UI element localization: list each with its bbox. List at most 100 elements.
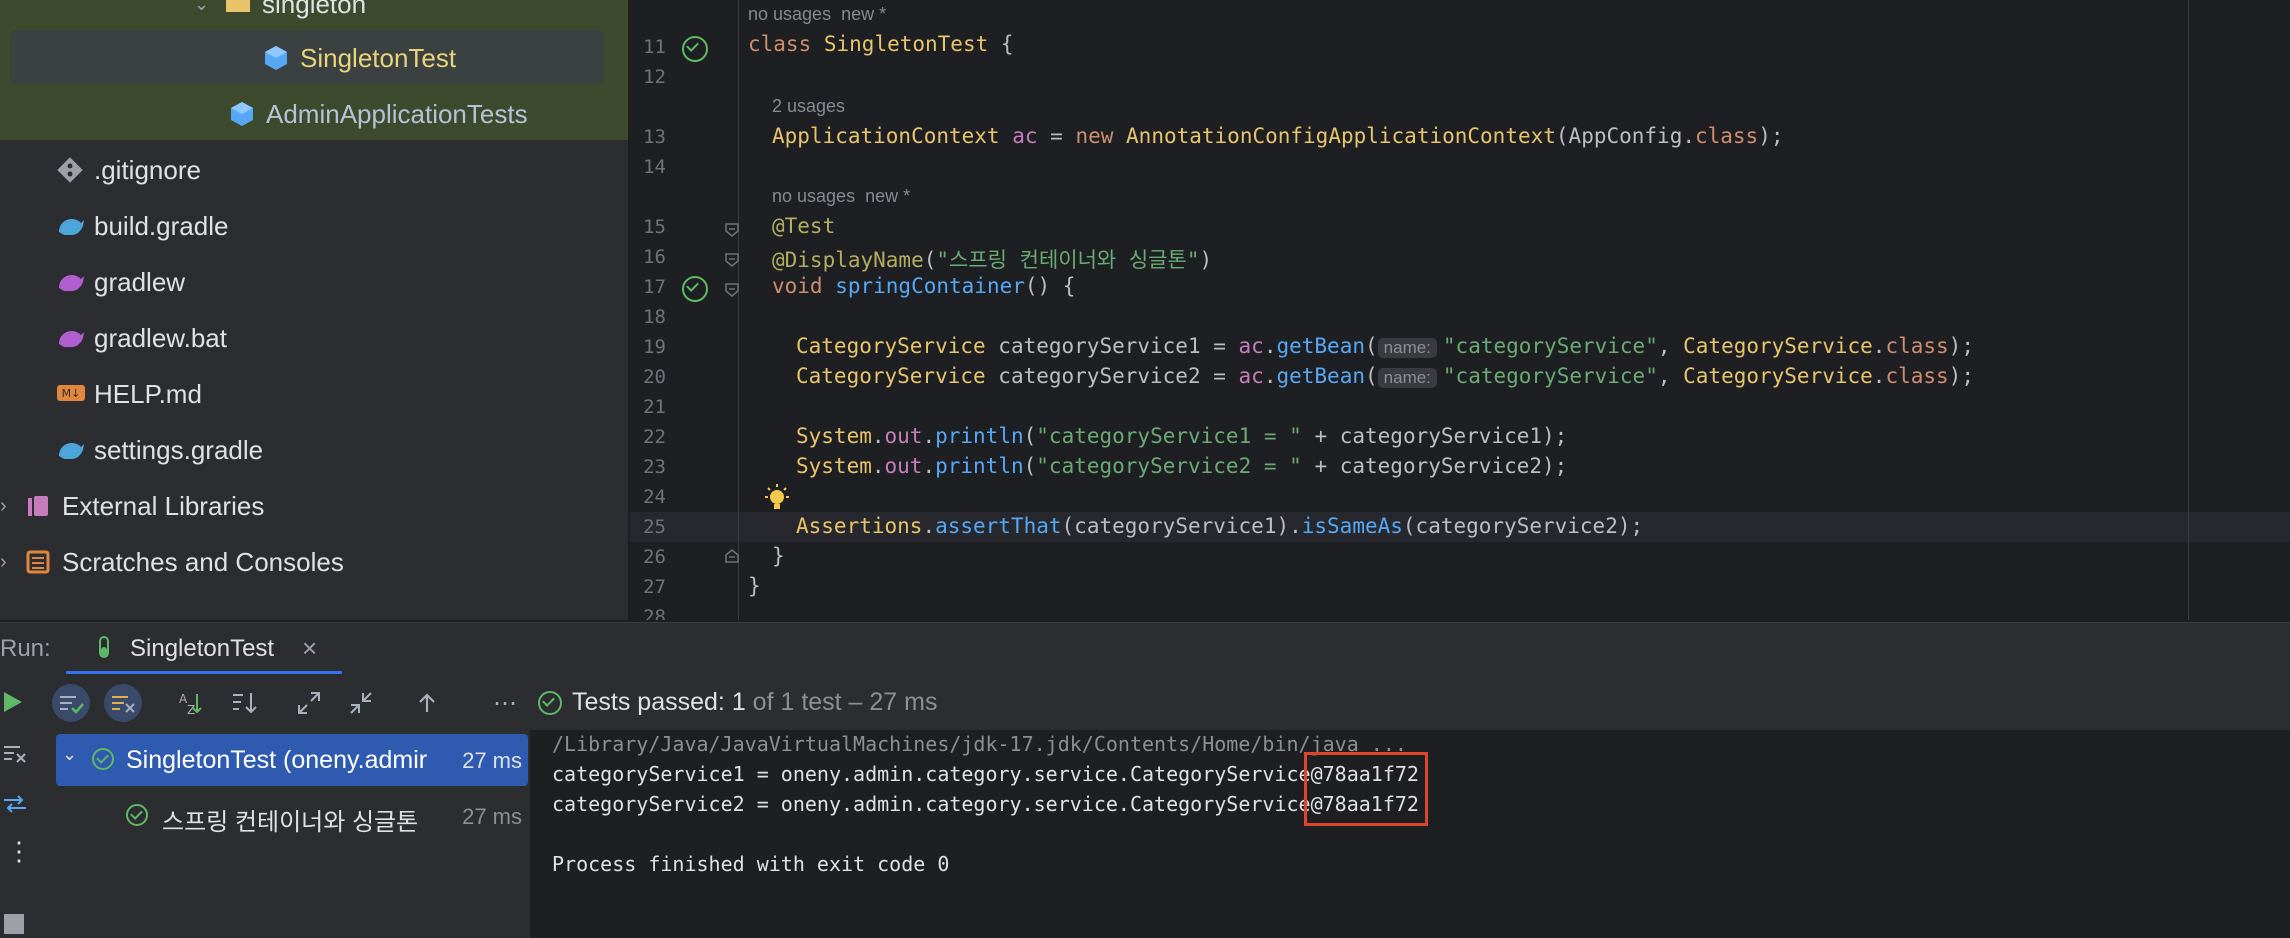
run-toolbar: AZ ⋯ Tests passed: 1 of 1 test – 27 ms bbox=[0, 674, 2290, 730]
code-line-15[interactable]: @Test bbox=[772, 214, 835, 238]
show-passed-button[interactable] bbox=[52, 684, 90, 722]
test-tree-row-class[interactable]: ⌄ SingletonTest (oneny.admir 27 ms bbox=[56, 734, 528, 786]
usages-hint[interactable]: no usages new * bbox=[748, 4, 886, 25]
line-number: 24 bbox=[643, 486, 666, 508]
tree-item-label: HELP.md bbox=[94, 378, 202, 409]
code-token: () { bbox=[1024, 274, 1076, 298]
gradle-icon bbox=[56, 212, 86, 240]
run-test-class-icon[interactable] bbox=[682, 36, 708, 62]
sort-alphabetically-button[interactable]: AZ bbox=[172, 684, 210, 722]
more-vertical-icon[interactable]: ⋮ bbox=[6, 838, 32, 864]
console-line[interactable]: Process finished with exit code 0 bbox=[552, 852, 949, 876]
show-ignored-button[interactable] bbox=[104, 684, 142, 722]
tree-item-singleton[interactable]: ⌄ singleton bbox=[0, 0, 628, 32]
line-number: 18 bbox=[643, 306, 666, 328]
show-ignored-icon bbox=[112, 696, 135, 713]
test-tube-icon bbox=[99, 636, 109, 658]
fold-marker-icon[interactable] bbox=[724, 252, 740, 268]
lightbulb-icon[interactable] bbox=[760, 482, 794, 514]
collapse-all-button[interactable] bbox=[342, 684, 380, 722]
line-number: 16 bbox=[643, 246, 666, 268]
tree-item-external-libraries[interactable]: › External Libraries bbox=[0, 478, 628, 534]
code-token: "categoryService" bbox=[1442, 364, 1658, 388]
chevron-right-icon[interactable]: › bbox=[0, 551, 7, 574]
chevron-down-icon[interactable]: ⌄ bbox=[194, 0, 209, 15]
console-line[interactable]: /Library/Java/JavaVirtualMachines/jdk-17… bbox=[552, 732, 1407, 756]
code-token: (AppConfig. bbox=[1555, 124, 1695, 148]
code-line-19[interactable]: CategoryService categoryService1 = ac.ge… bbox=[796, 334, 1974, 358]
tree-item-gradlew[interactable]: gradlew bbox=[0, 254, 628, 310]
fold-marker-icon[interactable] bbox=[724, 222, 740, 238]
fold-marker-icon[interactable] bbox=[724, 548, 740, 564]
console-line[interactable]: categoryService2 = oneny.admin.category.… bbox=[552, 792, 1419, 816]
tree-item-build-gradle[interactable]: build.gradle bbox=[0, 198, 628, 254]
fold-marker-icon[interactable] bbox=[724, 282, 740, 298]
expand-all-button[interactable] bbox=[290, 684, 328, 722]
code-line-23[interactable]: System.out.println("categoryService2 = "… bbox=[796, 454, 1567, 478]
tests-passed-detail: of 1 test – 27 ms bbox=[752, 688, 938, 716]
sort-by-duration-button[interactable] bbox=[226, 684, 264, 722]
code-token: ac bbox=[1238, 364, 1264, 388]
console-output[interactable]: /Library/Java/JavaVirtualMachines/jdk-17… bbox=[530, 730, 2290, 938]
code-token: System bbox=[796, 454, 872, 478]
code-token: ac bbox=[1238, 334, 1264, 358]
gutter-divider bbox=[738, 0, 739, 620]
code-token: ) bbox=[1199, 248, 1213, 272]
code-token: ); bbox=[1758, 124, 1784, 148]
code-token: . bbox=[871, 424, 885, 448]
collapse-all-icon bbox=[350, 692, 372, 714]
code-token: categoryService2 = bbox=[985, 364, 1239, 388]
code-line-26[interactable]: } bbox=[772, 544, 785, 568]
code-line-25[interactable]: Assertions.assertThat(categoryService1).… bbox=[796, 514, 1643, 538]
line-number: 13 bbox=[643, 126, 666, 148]
run-tool-header: Run: SingletonTest × bbox=[0, 622, 2290, 675]
tests-status: Tests passed: 1 of 1 test – 27 ms bbox=[572, 688, 938, 717]
close-icon[interactable]: × bbox=[302, 633, 317, 664]
project-tool-window: ⌄ singleton SingletonTest AdminApplicati… bbox=[0, 0, 628, 620]
tree-item-singletontest[interactable]: SingletonTest bbox=[0, 30, 628, 86]
stop-icon[interactable] bbox=[4, 914, 24, 934]
code-editor[interactable]: 11 12 13 14 15 16 17 18 19 20 21 22 23 2… bbox=[630, 0, 2290, 620]
code-token: out bbox=[884, 424, 923, 448]
chevron-down-icon[interactable]: ⌄ bbox=[62, 744, 77, 765]
tree-item-help-md[interactable]: M↓ HELP.md bbox=[0, 366, 628, 422]
previous-failed-button[interactable] bbox=[408, 684, 446, 722]
code-line-17[interactable]: void springContainer() { bbox=[772, 274, 1075, 298]
code-line-13[interactable]: ApplicationContext ac = new AnnotationCo… bbox=[772, 124, 1784, 148]
code-line-16[interactable]: @DisplayName("스프링 컨테이너와 싱글톤") bbox=[772, 244, 1212, 274]
tree-item-scratches[interactable]: › Scratches and Consoles bbox=[0, 534, 628, 590]
parameter-hint: name: bbox=[1377, 338, 1437, 358]
run-test-method-icon[interactable] bbox=[682, 276, 708, 302]
rerun-icon[interactable] bbox=[2, 690, 24, 714]
usages-hint[interactable]: no usages new * bbox=[772, 186, 910, 207]
console-line[interactable]: categoryService1 = oneny.admin.category.… bbox=[552, 762, 1419, 786]
code-token: getBean bbox=[1276, 364, 1365, 388]
code-token: = bbox=[1037, 124, 1076, 148]
tree-item-gradlew-bat[interactable]: gradlew.bat bbox=[0, 310, 628, 366]
code-token: SingletonTest bbox=[823, 32, 989, 56]
markdown-icon: M↓ bbox=[56, 380, 86, 408]
tab-singletontest[interactable]: SingletonTest × bbox=[66, 623, 342, 675]
chevron-right-icon[interactable]: › bbox=[0, 495, 7, 518]
code-token: . bbox=[871, 454, 885, 478]
run-label: Run: bbox=[0, 635, 51, 662]
code-token: System bbox=[796, 424, 872, 448]
code-line-20[interactable]: CategoryService categoryService2 = ac.ge… bbox=[796, 364, 1974, 388]
more-options-button[interactable]: ⋯ bbox=[486, 684, 524, 722]
code-token: new bbox=[1075, 124, 1114, 148]
code-line-22[interactable]: System.out.println("categoryService1 = "… bbox=[796, 424, 1567, 448]
code-line-27[interactable]: } bbox=[748, 574, 761, 598]
usages-hint[interactable]: 2 usages bbox=[772, 96, 845, 117]
toggle-auto-test-icon[interactable] bbox=[2, 792, 28, 816]
code-token: class bbox=[1885, 334, 1949, 358]
code-token: . bbox=[1263, 364, 1277, 388]
tree-item-settings-gradle[interactable]: settings.gradle bbox=[0, 422, 628, 478]
tree-item-adminapplicationtests[interactable]: AdminApplicationTests bbox=[0, 86, 628, 142]
code-line-11[interactable]: class SingletonTest { bbox=[748, 32, 1014, 56]
clear-all-icon[interactable] bbox=[2, 742, 28, 766]
folder-icon bbox=[224, 0, 254, 18]
code-token: CategoryService bbox=[1683, 364, 1873, 388]
test-tree-row-method[interactable]: 스프링 컨테이너와 싱글톤 27 ms bbox=[56, 790, 528, 842]
tree-item-gitignore[interactable]: .gitignore bbox=[0, 142, 628, 198]
code-token: void bbox=[772, 274, 823, 298]
